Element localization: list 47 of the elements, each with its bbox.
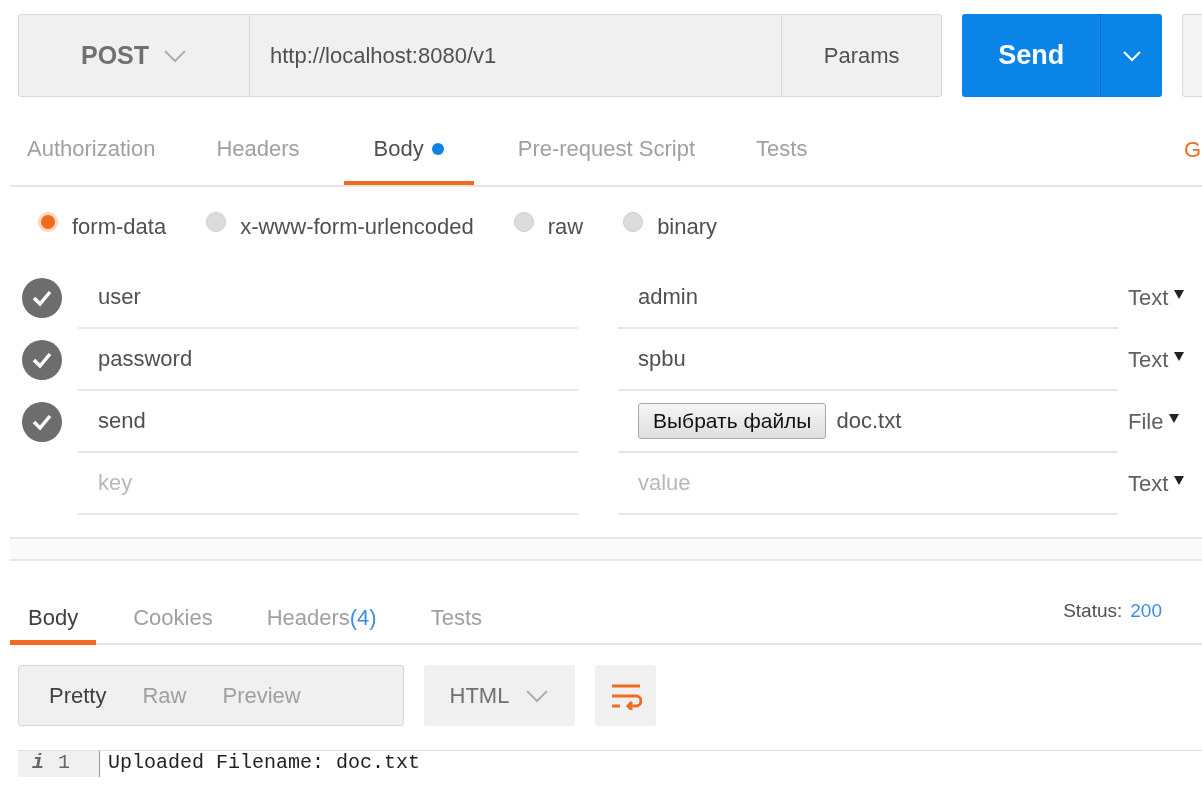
dropdown-arrow-icon [1174, 475, 1185, 485]
chevron-icon [163, 48, 188, 63]
radio-icon[interactable] [38, 212, 58, 232]
checkmark-icon[interactable] [22, 402, 62, 442]
type-dropdown[interactable]: Text [1128, 453, 1185, 515]
radio-icon[interactable] [623, 212, 644, 232]
chevron-icon [525, 688, 550, 703]
choose-file-button[interactable]: Выбрать файлы [638, 403, 827, 439]
key-field[interactable]: send [78, 391, 578, 453]
key-field[interactable]: key [78, 453, 578, 515]
radio-icon[interactable] [206, 212, 227, 232]
wrap-lines-button[interactable] [595, 665, 656, 726]
status-label: Status: [1063, 600, 1123, 622]
params-button[interactable]: Params [781, 14, 943, 97]
radio-icon[interactable] [513, 212, 534, 232]
response-tab[interactable]: Body [10, 595, 97, 645]
line-number: 1 [58, 751, 71, 776]
dropdown-arrow-icon [1174, 351, 1185, 361]
code-text: Uploaded Filename: doc.txt [107, 751, 421, 776]
value-field[interactable]: spbu [618, 329, 1118, 391]
chevron-icon [1121, 49, 1142, 62]
file-name: doc.txt [836, 408, 902, 434]
value-field[interactable]: admin [618, 267, 1118, 329]
radio-label: raw [547, 214, 584, 240]
value-field[interactable]: value [618, 453, 1118, 515]
type-dropdown[interactable]: Text [1128, 329, 1185, 391]
checkmark-icon[interactable] [22, 340, 62, 380]
url-field[interactable]: http://localhost:8080/v1 [250, 14, 782, 97]
request-tab[interactable]: Body [343, 117, 474, 185]
key-field[interactable]: user [78, 267, 578, 329]
radio-label: binary [657, 214, 718, 240]
response-tab[interactable]: Headers(4) [249, 595, 394, 645]
body-type-radio[interactable]: raw [513, 214, 584, 240]
body-type-radio[interactable]: form-data [38, 214, 167, 240]
type-dropdown[interactable]: File [1128, 391, 1180, 453]
key-field[interactable]: password [78, 329, 578, 391]
type-dropdown[interactable]: Text [1128, 267, 1185, 329]
dropdown-arrow-icon [1169, 413, 1180, 423]
checkmark-icon[interactable] [22, 278, 62, 318]
method-dropdown[interactable]: POST [18, 14, 250, 97]
dropdown-arrow-icon [1174, 289, 1185, 299]
body-type-radio[interactable]: binary [623, 214, 718, 240]
language-dropdown[interactable]: HTML [424, 665, 575, 726]
radio-label: form-data [72, 214, 167, 240]
status-code: 200 [1130, 600, 1162, 622]
info-marker: i [32, 751, 44, 776]
view-mode-tab[interactable]: Pretty [31, 666, 125, 725]
